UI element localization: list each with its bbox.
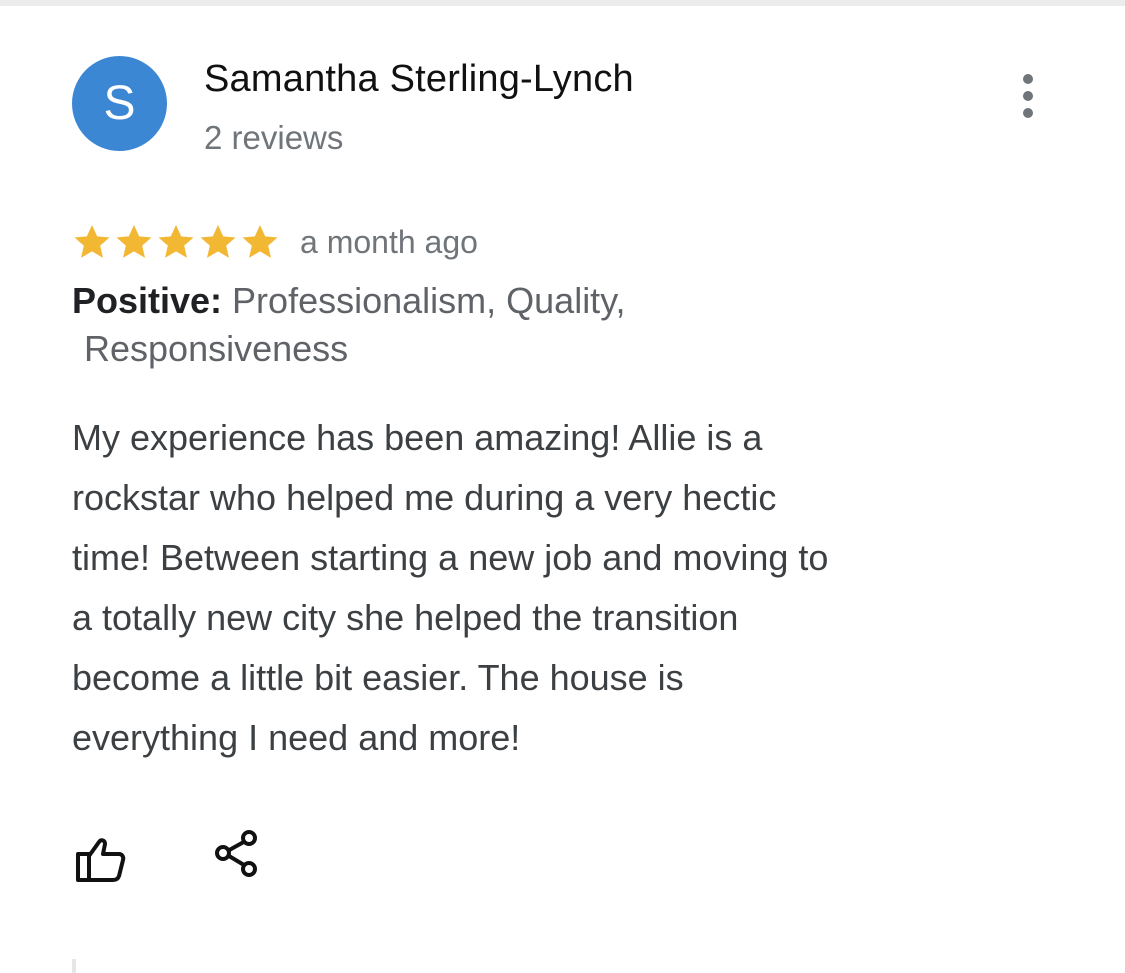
attributes-label: Positive:: [72, 280, 223, 321]
star-icon: [74, 225, 110, 258]
like-button[interactable]: [70, 832, 128, 886]
share-button[interactable]: [212, 828, 262, 882]
review-text-line: become a little bit easier. The house is: [72, 657, 684, 698]
review-attributes: Positive: Professionalism, Quality, Resp…: [72, 277, 772, 373]
share-icon: [215, 830, 257, 877]
author-name[interactable]: Samantha Sterling-Lynch: [204, 58, 634, 101]
star-icon: [158, 225, 194, 258]
review-text-line: everything I need and more!: [72, 717, 521, 758]
review-card: S Samantha Sterling-Lynch 2 reviews a mo…: [0, 6, 1125, 973]
review-text-line: My experience has been amazing! Allie is…: [72, 417, 763, 458]
star-icon: [242, 225, 278, 258]
divider: [72, 959, 76, 973]
attributes-values-line1: Professionalism, Quality,: [222, 280, 626, 321]
review-date: a month ago: [300, 223, 478, 260]
review-text-line: a totally new city she helped the transi…: [72, 597, 739, 638]
review-count[interactable]: 2 reviews: [204, 119, 343, 157]
attributes-values-line2: Responsiveness: [84, 328, 349, 369]
avatar-initial: S: [103, 77, 136, 130]
review-text: My experience has been amazing! Allie is…: [72, 408, 1002, 768]
star-rating: [72, 222, 280, 262]
star-icon: [116, 225, 152, 258]
review-text-line: rockstar who helped me during a very hec…: [72, 477, 777, 518]
more-vert-icon[interactable]: [1010, 72, 1046, 120]
rating-row: a month ago: [72, 220, 478, 264]
star-icon: [200, 225, 236, 258]
avatar[interactable]: S: [72, 56, 167, 151]
thumb-up-icon: [76, 838, 126, 882]
review-text-line: time! Between starting a new job and mov…: [72, 537, 829, 578]
